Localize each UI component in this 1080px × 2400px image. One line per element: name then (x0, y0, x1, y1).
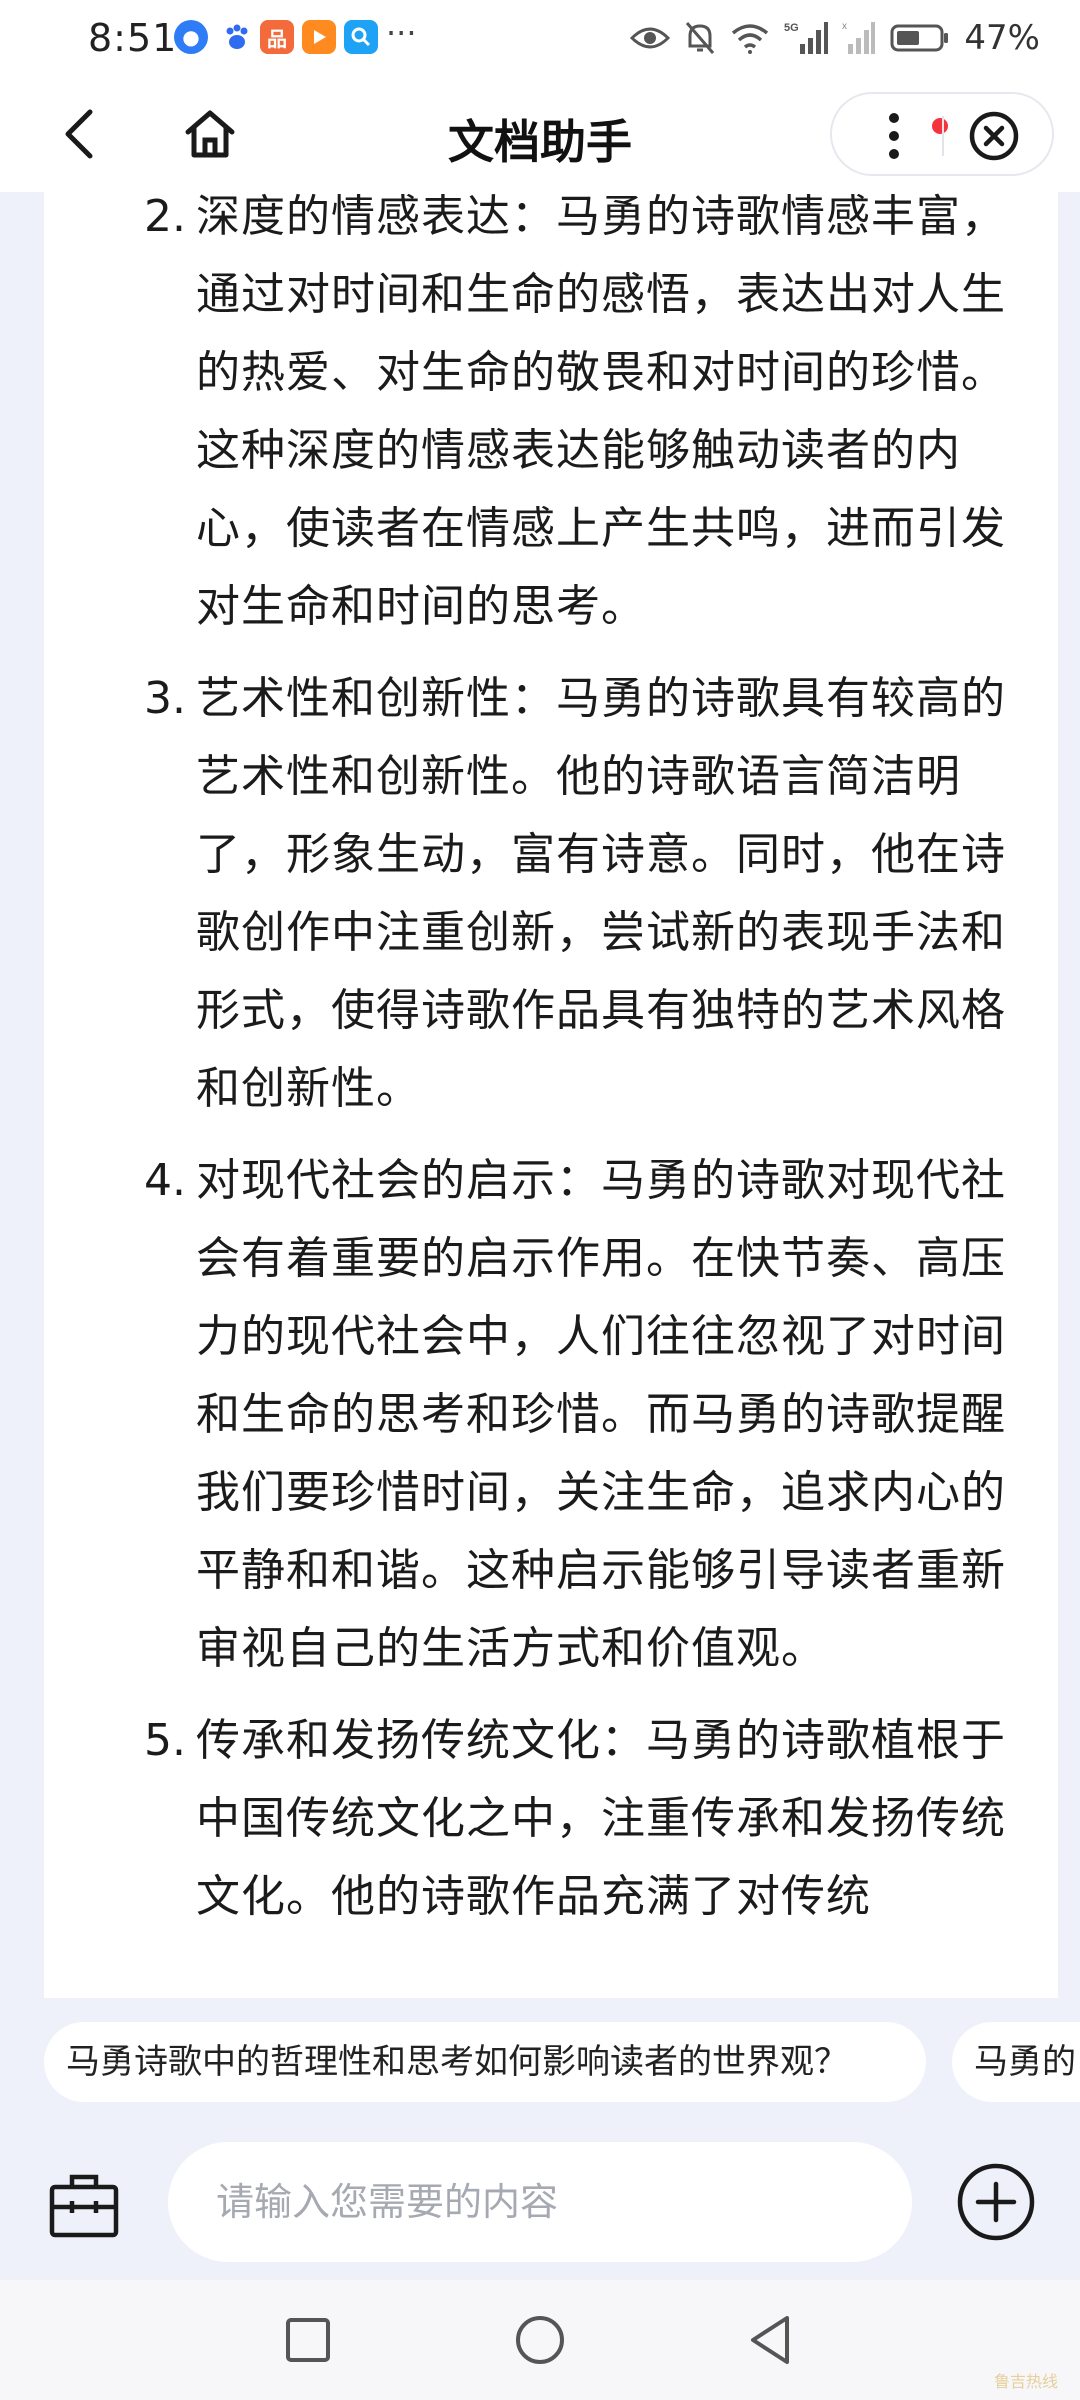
message-input[interactable] (168, 2142, 912, 2262)
status-icons: 5G x 47% (630, 16, 1040, 60)
app-icon: 品 (260, 20, 294, 54)
status-bar: 8:51 ● 品 ··· 5G x 47% (0, 0, 1080, 80)
list-item-text: 对现代社会的启示：马勇的诗歌对现代社会有着重要的启示作用。在快节奏、高压力的现代… (196, 1155, 1006, 1674)
input-bar (0, 2130, 1080, 2280)
more-button[interactable] (862, 104, 948, 168)
add-button[interactable] (954, 2160, 1038, 2244)
list-item-number: 5. (144, 1715, 186, 1766)
notification-dot (932, 118, 948, 134)
back-nav-button[interactable] (738, 2308, 802, 2372)
header: 文档助手 (0, 80, 1080, 192)
home-icon (185, 110, 235, 158)
status-time: 8:51 (88, 16, 178, 60)
suggestion-chip[interactable]: 马勇的 (952, 2022, 1080, 2102)
recents-button[interactable] (276, 2308, 340, 2372)
svg-text:5G: 5G (784, 22, 799, 34)
list-item-number: 3. (144, 673, 186, 724)
battery-icon (890, 23, 950, 53)
home-button[interactable] (178, 102, 242, 166)
list-item-text: 深度的情感表达：马勇的诗歌情感丰富，通过对时间和生命的感悟，表达出对人生的热爱、… (196, 192, 1006, 632)
battery-percentage: 47% (964, 18, 1040, 58)
eye-icon (630, 24, 671, 52)
signal-icon: 5G (784, 20, 829, 56)
plus-circle-icon (957, 2163, 1035, 2241)
list-item: 2. 深度的情感表达：马勇的诗歌情感丰富，通过对时间和生命的感悟，表达出对人生的… (44, 192, 1058, 646)
qq-browser-icon: ● (174, 20, 208, 54)
list-item-number: 2. (144, 192, 186, 242)
list-item-text: 传承和发扬传统文化：马勇的诗歌植根于中国传统文化之中，注重传承和发扬传统文化。他… (196, 1715, 1006, 1922)
list-item-number: 4. (144, 1155, 186, 1206)
signal-2-icon: x (842, 20, 876, 56)
watermark: 鲁吉热线 (993, 2372, 1058, 2391)
search-app-icon (344, 20, 378, 54)
mute-icon (684, 20, 716, 56)
chevron-left-icon (65, 109, 93, 159)
suggestion-chip[interactable]: 马勇诗歌中的哲理性和思考如何影响读者的世界观？ (44, 2022, 926, 2102)
back-button[interactable] (48, 102, 112, 166)
wifi-icon (730, 22, 770, 54)
home-nav-button[interactable] (508, 2308, 572, 2372)
notification-more: ··· (386, 14, 417, 52)
more-vertical-icon (889, 113, 899, 159)
toolbox-button[interactable] (44, 2166, 124, 2246)
video-app-icon (302, 20, 336, 54)
suggestion-bar[interactable]: 马勇诗歌中的哲理性和思考如何影响读者的世界观？ 马勇的 (0, 2022, 1080, 2102)
system-nav-bar: 鲁吉热线 (0, 2280, 1080, 2400)
circle-icon (516, 2316, 564, 2364)
close-button[interactable] (962, 104, 1026, 168)
svg-text:x: x (842, 21, 847, 32)
toolbox-icon (49, 2174, 119, 2238)
list-item: 3. 艺术性和创新性：马勇的诗歌具有较高的艺术性和创新性。他的诗歌语言简洁明了，… (44, 660, 1058, 1128)
answer-card[interactable]: 2. 深度的情感表达：马勇的诗歌情感丰富，通过对时间和生命的感悟，表达出对人生的… (44, 192, 1058, 1998)
mini-program-capsule (830, 92, 1054, 176)
list-item-text: 艺术性和创新性：马勇的诗歌具有较高的艺术性和创新性。他的诗歌语言简洁明了，形象生… (196, 673, 1006, 1114)
list-item: 4. 对现代社会的启示：马勇的诗歌对现代社会有着重要的启示作用。在快节奏、高压力… (44, 1142, 1058, 1688)
square-icon (286, 2318, 330, 2362)
answer-list: 2. 深度的情感表达：马勇的诗歌情感丰富，通过对时间和生命的感悟，表达出对人生的… (44, 192, 1058, 1950)
capsule-divider (942, 116, 944, 156)
baidu-icon (220, 20, 254, 54)
triangle-back-icon (751, 2316, 789, 2364)
close-circle-icon (969, 111, 1019, 161)
list-item: 5. 传承和发扬传统文化：马勇的诗歌植根于中国传统文化之中，注重传承和发扬传统文… (44, 1702, 1058, 1936)
